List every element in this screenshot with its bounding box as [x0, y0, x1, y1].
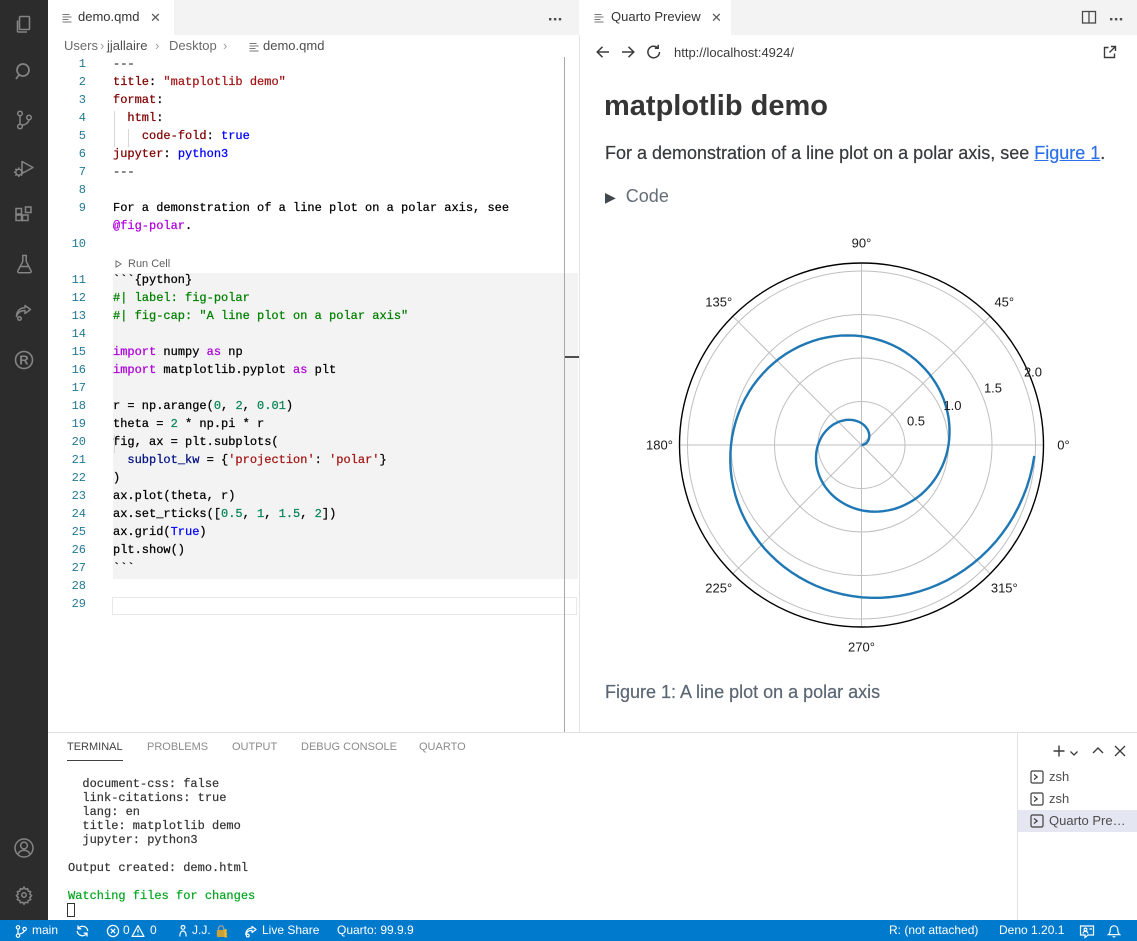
svg-text:0°: 0°	[1057, 438, 1069, 453]
svg-text:0.5: 0.5	[907, 414, 925, 429]
svg-text:180°: 180°	[646, 438, 673, 453]
svg-text:90°: 90°	[852, 236, 872, 251]
svg-text:1.5: 1.5	[984, 381, 1002, 396]
svg-text:270°: 270°	[848, 640, 875, 655]
svg-text:1.0: 1.0	[943, 398, 961, 413]
svg-text:R: R	[19, 353, 29, 368]
svg-text:2.0: 2.0	[1024, 365, 1042, 380]
svg-text:135°: 135°	[705, 295, 732, 310]
svg-text:45°: 45°	[994, 295, 1014, 310]
svg-text:225°: 225°	[705, 580, 732, 595]
svg-text:315°: 315°	[991, 580, 1018, 595]
